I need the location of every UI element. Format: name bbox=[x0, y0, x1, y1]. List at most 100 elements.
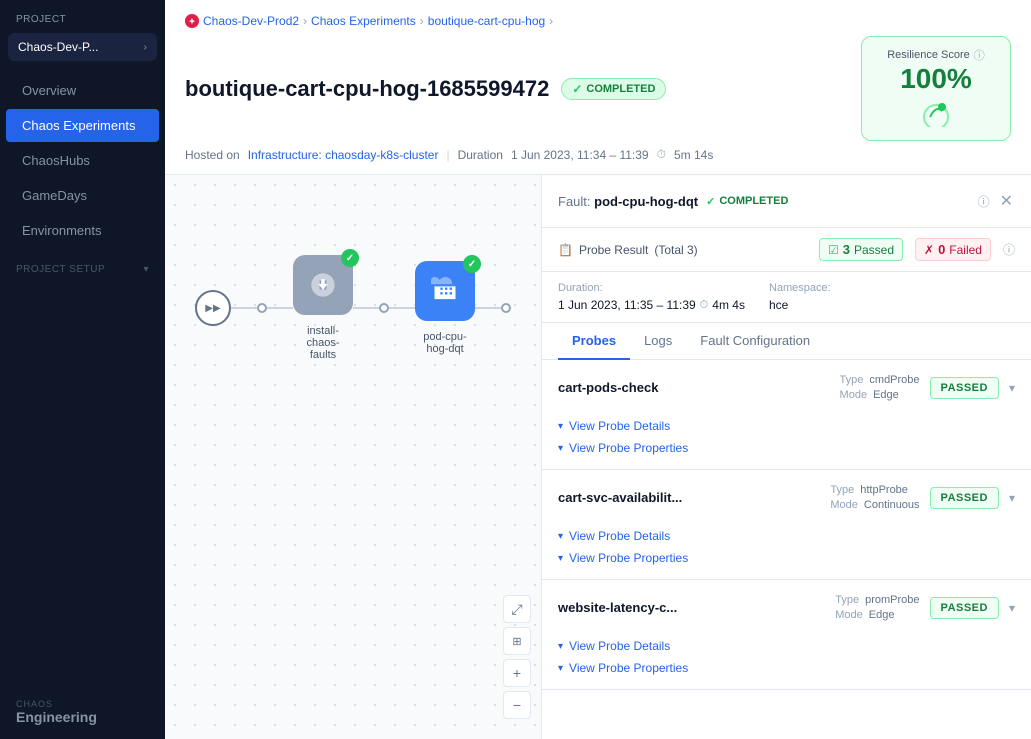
probe-1-mode-label: Mode bbox=[840, 389, 868, 401]
play-icon: ▶ bbox=[205, 303, 213, 314]
probe-counts: ☑ 3 Passed ✗ 0 Failed ⓘ bbox=[819, 238, 1015, 261]
tab-fault-configuration[interactable]: Fault Configuration bbox=[686, 323, 824, 360]
probe-2-name: cart-svc-availabilit... bbox=[558, 490, 682, 505]
connector-dot-1 bbox=[257, 303, 267, 313]
probe-3-view-properties[interactable]: ▾ View Probe Properties bbox=[558, 657, 1015, 679]
status-text: COMPLETED bbox=[586, 83, 655, 95]
sidebar-item-gamedays[interactable]: GameDays bbox=[6, 179, 159, 212]
connector-dot-3 bbox=[501, 303, 511, 313]
clock-icon: ⏱ bbox=[657, 147, 666, 162]
sidebar-item-chaoshubs[interactable]: ChaosHubs bbox=[6, 144, 159, 177]
probe-result-label: 📋 Probe Result (Total 3) bbox=[558, 243, 698, 257]
small-dot-3 bbox=[501, 303, 511, 313]
header-title-row: boutique-cart-cpu-hog-1685599472 ✓ COMPL… bbox=[185, 76, 666, 102]
probe-1-view-details[interactable]: ▾ View Probe Details bbox=[558, 415, 1015, 437]
breadcrumb-sep-1: › bbox=[303, 14, 307, 28]
chevron-down-icon-5: ▾ bbox=[558, 641, 563, 652]
probe-3-right: Type promProbe Mode Edge PASSED ▾ bbox=[835, 594, 1015, 621]
connector-3 bbox=[353, 307, 379, 309]
tab-logs[interactable]: Logs bbox=[630, 323, 686, 360]
sidebar-item-overview[interactable]: Overview bbox=[6, 74, 159, 107]
experiment-title: boutique-cart-cpu-hog-1685599472 bbox=[185, 76, 549, 102]
probe-2-status-badge: PASSED bbox=[930, 487, 999, 509]
chevron-down-icon-1: ▾ bbox=[558, 421, 563, 432]
chevron-down-icon-6: ▾ bbox=[558, 663, 563, 674]
breadcrumb-item-2[interactable]: Chaos Experiments bbox=[311, 14, 416, 28]
probe-1-name: cart-pods-check bbox=[558, 380, 658, 395]
probe-3-mode-label: Mode bbox=[835, 609, 863, 621]
pipeline-node-install[interactable]: ✓ install-chaos-faults bbox=[293, 255, 353, 361]
probe-2-type-mode: Type httpProbe Mode Continuous bbox=[830, 484, 919, 511]
probe-info-icon[interactable]: ⓘ bbox=[1003, 241, 1015, 258]
breadcrumb: ✦ Chaos-Dev-Prod2 › Chaos Experiments › … bbox=[185, 14, 1011, 28]
panel-title-group: Fault: pod-cpu-hog-dqt ✓ COMPLETED bbox=[558, 194, 788, 209]
namespace-meta-label: Namespace: bbox=[769, 282, 831, 294]
page-header: ✦ Chaos-Dev-Prod2 › Chaos Experiments › … bbox=[165, 0, 1031, 175]
pipeline-canvas: ▶ bbox=[165, 175, 541, 739]
breadcrumb-item-1[interactable]: Chaos-Dev-Prod2 bbox=[203, 14, 299, 28]
project-selector[interactable]: Chaos-Dev-P... › bbox=[8, 33, 157, 61]
probe-1-type-label: Type bbox=[840, 374, 864, 386]
small-dot-1 bbox=[257, 303, 267, 313]
install-node-check: ✓ bbox=[341, 249, 359, 267]
minus-icon: − bbox=[513, 697, 521, 713]
probe-item-3-header: website-latency-c... Type promProbe Mode bbox=[542, 580, 1031, 635]
probe-3-view-details[interactable]: ▾ View Probe Details bbox=[558, 635, 1015, 657]
probe-3-expand-icon[interactable]: ▾ bbox=[1009, 601, 1015, 615]
zoom-out-button[interactable]: − bbox=[503, 691, 531, 719]
install-node-label: install-chaos-faults bbox=[293, 325, 353, 361]
chevron-down-icon-4: ▾ bbox=[558, 553, 563, 564]
connector-2 bbox=[267, 307, 293, 309]
duration-label: Duration bbox=[458, 148, 503, 162]
expand-button[interactable]: ⤢ bbox=[503, 595, 531, 623]
info-icon[interactable]: ⓘ bbox=[974, 47, 985, 63]
chevron-down-icon-2: ▾ bbox=[558, 443, 563, 454]
sidebar-bottom: CHAOS Engineering bbox=[0, 685, 165, 739]
grid-button[interactable]: ⊞ bbox=[503, 627, 531, 655]
duration-value: 1 Jun 2023, 11:34 – 11:39 bbox=[511, 148, 649, 162]
panel-info-icon[interactable]: ⓘ bbox=[978, 193, 990, 210]
breadcrumb-sep-3: › bbox=[549, 14, 553, 28]
probe-3-type-mode: Type promProbe Mode Edge bbox=[835, 594, 919, 621]
probe-2-view-properties[interactable]: ▾ View Probe Properties bbox=[558, 547, 1015, 569]
chevron-down-icon-3: ▾ bbox=[558, 531, 563, 542]
zoom-in-button[interactable]: + bbox=[503, 659, 531, 687]
probe-1-view-properties[interactable]: ▾ View Probe Properties bbox=[558, 437, 1015, 459]
probe-1-mode-value: Edge bbox=[873, 389, 899, 401]
probe-3-type-value: promProbe bbox=[865, 594, 919, 606]
sidebar-item-environments[interactable]: Environments bbox=[6, 214, 159, 247]
probe-2-expand-icon[interactable]: ▾ bbox=[1009, 491, 1015, 505]
duration-clock-icon: ⏱ bbox=[700, 299, 709, 312]
resilience-score-box: Resilience Score ⓘ 100% bbox=[861, 36, 1011, 141]
grid-icon: ⊞ bbox=[512, 635, 521, 648]
duration-meta-label: Duration: bbox=[558, 282, 745, 294]
probe-1-status-badge: PASSED bbox=[930, 377, 999, 399]
probe-1-expand-icon[interactable]: ▾ bbox=[1009, 381, 1015, 395]
panel-close-button[interactable]: ✕ bbox=[998, 189, 1015, 213]
passed-count-num: 3 bbox=[843, 242, 850, 257]
pipeline-nodes: ▶ bbox=[165, 175, 541, 441]
tab-probes[interactable]: Probes bbox=[558, 323, 630, 360]
sidebar-item-chaos-experiments[interactable]: Chaos Experiments bbox=[6, 109, 159, 142]
pipeline-toolbar: ⤢ ⊞ + − bbox=[503, 595, 531, 719]
panel-tabs: Probes Logs Fault Configuration bbox=[542, 323, 1031, 360]
chaos-brand-icon: ✦ bbox=[185, 14, 199, 28]
passed-label: Passed bbox=[854, 243, 894, 257]
infrastructure-text[interactable]: Infrastructure: chaosday-k8s-cluster bbox=[248, 148, 439, 162]
probe-2-type-value: httpProbe bbox=[860, 484, 908, 496]
probe-3-type-label: Type bbox=[835, 594, 859, 606]
probe-item-1: cart-pods-check Type cmdProbe Mode E bbox=[542, 360, 1031, 470]
breadcrumb-sep-2: › bbox=[420, 14, 424, 28]
status-check-icon: ✓ bbox=[706, 195, 715, 208]
panel-header-actions: ⓘ ✕ bbox=[978, 189, 1015, 213]
probe-2-mode-row: Mode Continuous bbox=[830, 499, 919, 511]
sidebar-item-label: Environments bbox=[22, 223, 101, 238]
breadcrumb-item-3[interactable]: boutique-cart-cpu-hog bbox=[428, 14, 545, 28]
pod-cpu-node-check: ✓ bbox=[463, 255, 481, 273]
meta-row: Hosted on Infrastructure: chaosday-k8s-c… bbox=[185, 147, 1011, 162]
duration-meta: Duration: 1 Jun 2023, 11:35 – 11:39 ⏱ 4m… bbox=[558, 282, 745, 312]
pipeline-node-pod-cpu[interactable]: ✓ pod-cpu-hog-dqt bbox=[415, 261, 475, 355]
duration-time: 5m 14s bbox=[674, 148, 713, 162]
fault-label: Fault: bbox=[558, 194, 591, 209]
probe-2-view-details[interactable]: ▾ View Probe Details bbox=[558, 525, 1015, 547]
